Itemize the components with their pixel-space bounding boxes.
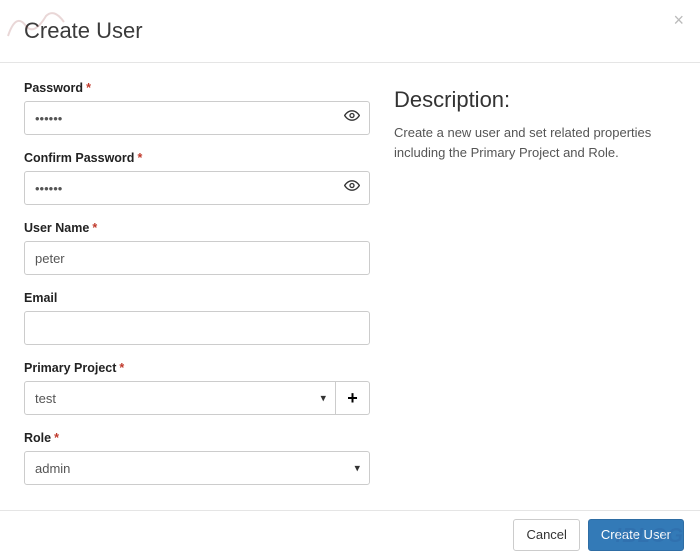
create-user-button[interactable]: Create User [588,519,684,551]
required-mark: * [119,361,124,375]
close-icon[interactable]: × [673,10,684,31]
required-mark: * [86,81,91,95]
modal-body: Password* Confirm Password* [24,81,676,501]
email-input[interactable] [24,311,370,345]
email-group: Email [24,291,370,345]
required-mark: * [92,221,97,235]
label-text: Role [24,431,51,445]
role-label: Role* [24,431,370,445]
description-title: Description: [394,87,676,113]
modal-title: Create User [24,18,676,44]
cancel-button[interactable]: Cancel [513,519,579,551]
password-input[interactable] [24,101,370,135]
eye-icon[interactable] [344,178,360,199]
role-group: Role* admin [24,431,370,485]
password-label: Password* [24,81,370,95]
description-column: Description: Create a new user and set r… [394,81,676,501]
description-text: Create a new user and set related proper… [394,123,676,162]
user-name-label: User Name* [24,221,370,235]
primary-project-label: Primary Project* [24,361,370,375]
label-text: Primary Project [24,361,116,375]
confirm-password-label: Confirm Password* [24,151,370,165]
required-mark: * [54,431,59,445]
eye-icon[interactable] [344,108,360,129]
label-text: Password [24,81,83,95]
modal-footer: Cancel Create User IBLOG [0,510,700,558]
add-project-button[interactable]: + [336,381,370,415]
create-user-modal: × Create User Password* Confirm Password… [0,0,700,558]
confirm-password-input[interactable] [24,171,370,205]
required-mark: * [137,151,142,165]
label-text: User Name [24,221,89,235]
label-text: Confirm Password [24,151,134,165]
email-label: Email [24,291,370,305]
password-group: Password* [24,81,370,135]
primary-project-group: Primary Project* test + [24,361,370,415]
role-select[interactable]: admin [24,451,370,485]
user-name-group: User Name* [24,221,370,275]
user-name-input[interactable] [24,241,370,275]
primary-project-select[interactable]: test [24,381,336,415]
form-column: Password* Confirm Password* [24,81,370,501]
divider [0,62,700,63]
confirm-password-group: Confirm Password* [24,151,370,205]
